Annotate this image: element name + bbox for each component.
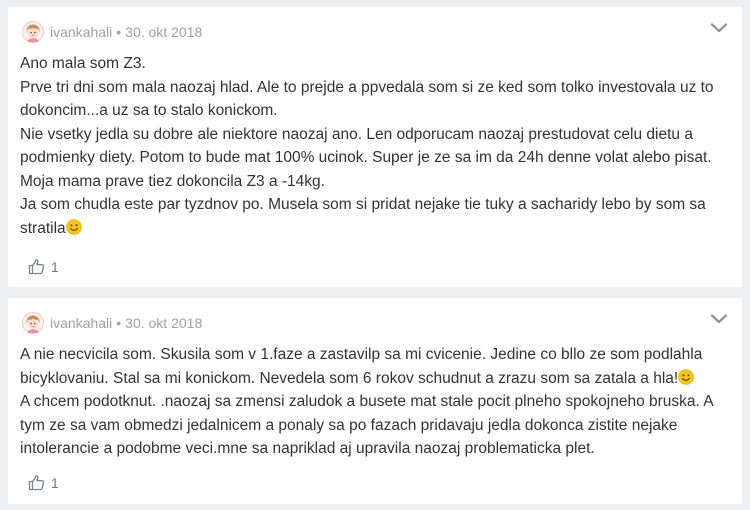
comment-line: A chcem podotknut. .naozaj sa zmensi zal… <box>20 393 713 457</box>
meta-separator: • <box>116 24 122 40</box>
comment-body: Ano mala som Z3. Prve tri dni som mala n… <box>20 52 732 240</box>
girl-avatar-icon[interactable] <box>22 312 44 334</box>
comment-header: ivankahali • 30. okt 2018 <box>22 310 202 336</box>
thumbs-up-icon <box>28 259 45 275</box>
comment-line-text: Ja som chudla este par tyzdnov po. Musel… <box>20 196 706 237</box>
comment-card: ivankahali • 30. okt 2018 Ano mala som Z3.… <box>8 7 742 287</box>
like-count: 1 <box>51 474 59 491</box>
comment-card: ivankahali • 30. okt 2018 A nie necvicila … <box>8 298 742 504</box>
comment-body: A nie necvicila som. Skusila som v 1.faz… <box>20 343 732 461</box>
comment-meta: ivankahali • 30. okt 2018 <box>50 24 202 40</box>
like-button[interactable]: 1 <box>28 258 59 275</box>
comment-line: Ano mala som Z3. <box>20 55 146 72</box>
like-count: 1 <box>51 258 59 275</box>
comment-line: Nie vsetky jedla su dobre ale niektore n… <box>20 125 712 190</box>
comment-meta: ivankahali • 30. okt 2018 <box>50 315 202 331</box>
thumbs-up-icon <box>28 475 45 491</box>
comment-date: 30. okt 2018 <box>125 24 203 40</box>
girl-avatar-icon[interactable] <box>22 21 44 43</box>
comment-header: ivankahali • 30. okt 2018 <box>22 19 202 45</box>
comment-line-with-emoji: Ja som chudla este par tyzdnov po. Musel… <box>20 193 732 240</box>
comment-date: 30. okt 2018 <box>125 315 203 331</box>
comment-line: Prve tri dni som mala naozaj hlad. Ale t… <box>20 78 714 120</box>
meta-separator: • <box>116 315 122 331</box>
smiley-emoji-icon <box>65 218 82 235</box>
smiley-emoji-icon <box>678 368 695 385</box>
comment-line-with-emoji: A nie necvicila som. Skusila som v 1.faz… <box>20 343 732 390</box>
like-button[interactable]: 1 <box>28 474 59 491</box>
chevron-down-icon[interactable] <box>710 21 728 35</box>
comment-line-text: A nie necvicila som. Skusila som v 1.faz… <box>20 346 703 387</box>
author-name[interactable]: ivankahali <box>50 315 112 331</box>
chevron-down-icon[interactable] <box>710 312 728 326</box>
author-name[interactable]: ivankahali <box>50 24 112 40</box>
